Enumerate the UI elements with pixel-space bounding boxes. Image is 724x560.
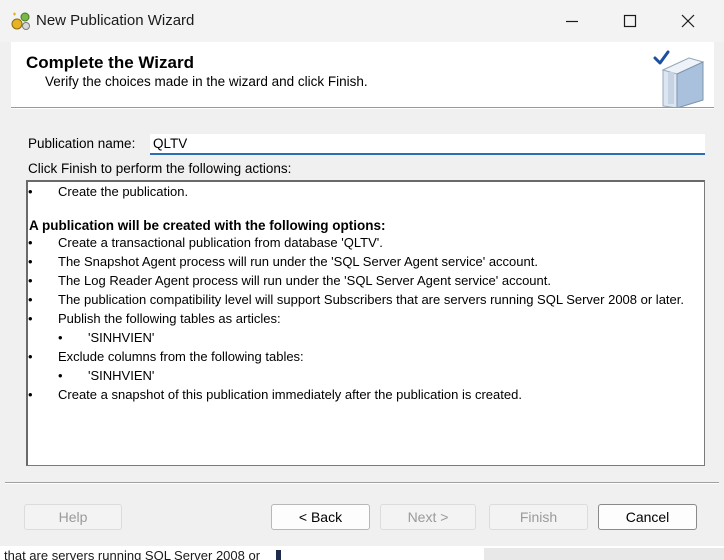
bullet-icon: •	[58, 368, 63, 383]
publication-name-input[interactable]	[150, 134, 705, 155]
page-title: Complete the Wizard	[26, 53, 194, 72]
bullet-icon: •	[28, 292, 33, 307]
window-title: New Publication Wizard	[36, 12, 195, 29]
next-button[interactable]: Next >	[380, 504, 476, 530]
bullet-icon: •	[58, 330, 63, 345]
minimize-button[interactable]	[543, 0, 601, 42]
maximize-icon	[623, 14, 637, 28]
header-divider-highlight	[11, 108, 714, 109]
bullet-icon: •	[28, 273, 33, 288]
options-heading: A publication will be created with the f…	[29, 218, 386, 233]
publication-name-label: Publication name:	[28, 136, 136, 151]
bullet-icon: •	[28, 184, 33, 199]
bullet-icon: •	[28, 387, 33, 402]
background-window-panel	[484, 548, 724, 560]
cancel-button[interactable]: Cancel	[598, 504, 697, 530]
help-button[interactable]: Help	[24, 504, 122, 530]
page-subtitle: Verify the choices made in the wizard an…	[45, 74, 368, 89]
close-icon	[681, 14, 695, 28]
minimize-icon	[566, 20, 578, 23]
wizard-book-checkmark-icon	[653, 50, 705, 108]
bullet-icon: •	[28, 349, 33, 364]
background-window-text: that are servers running SQL Server 2008…	[4, 549, 261, 560]
background-window-scrollbar	[276, 550, 281, 560]
finish-button[interactable]: Finish	[489, 504, 588, 530]
actions-label: Click Finish to perform the following ac…	[28, 161, 292, 176]
back-button[interactable]: < Back	[271, 504, 370, 530]
bullet-icon: •	[28, 254, 33, 269]
bullet-icon: •	[28, 235, 33, 250]
wizard-app-icon	[11, 12, 30, 30]
maximize-button[interactable]	[601, 0, 659, 42]
actions-summary-textbox[interactable]: • Create the publication. A publication …	[26, 180, 705, 466]
title-bar[interactable]: New Publication Wizard	[0, 0, 724, 42]
close-button[interactable]	[659, 0, 717, 42]
bullet-icon: •	[28, 311, 33, 326]
footer-divider-highlight	[5, 483, 719, 484]
wizard-header: Complete the Wizard Verify the choices m…	[11, 42, 714, 108]
